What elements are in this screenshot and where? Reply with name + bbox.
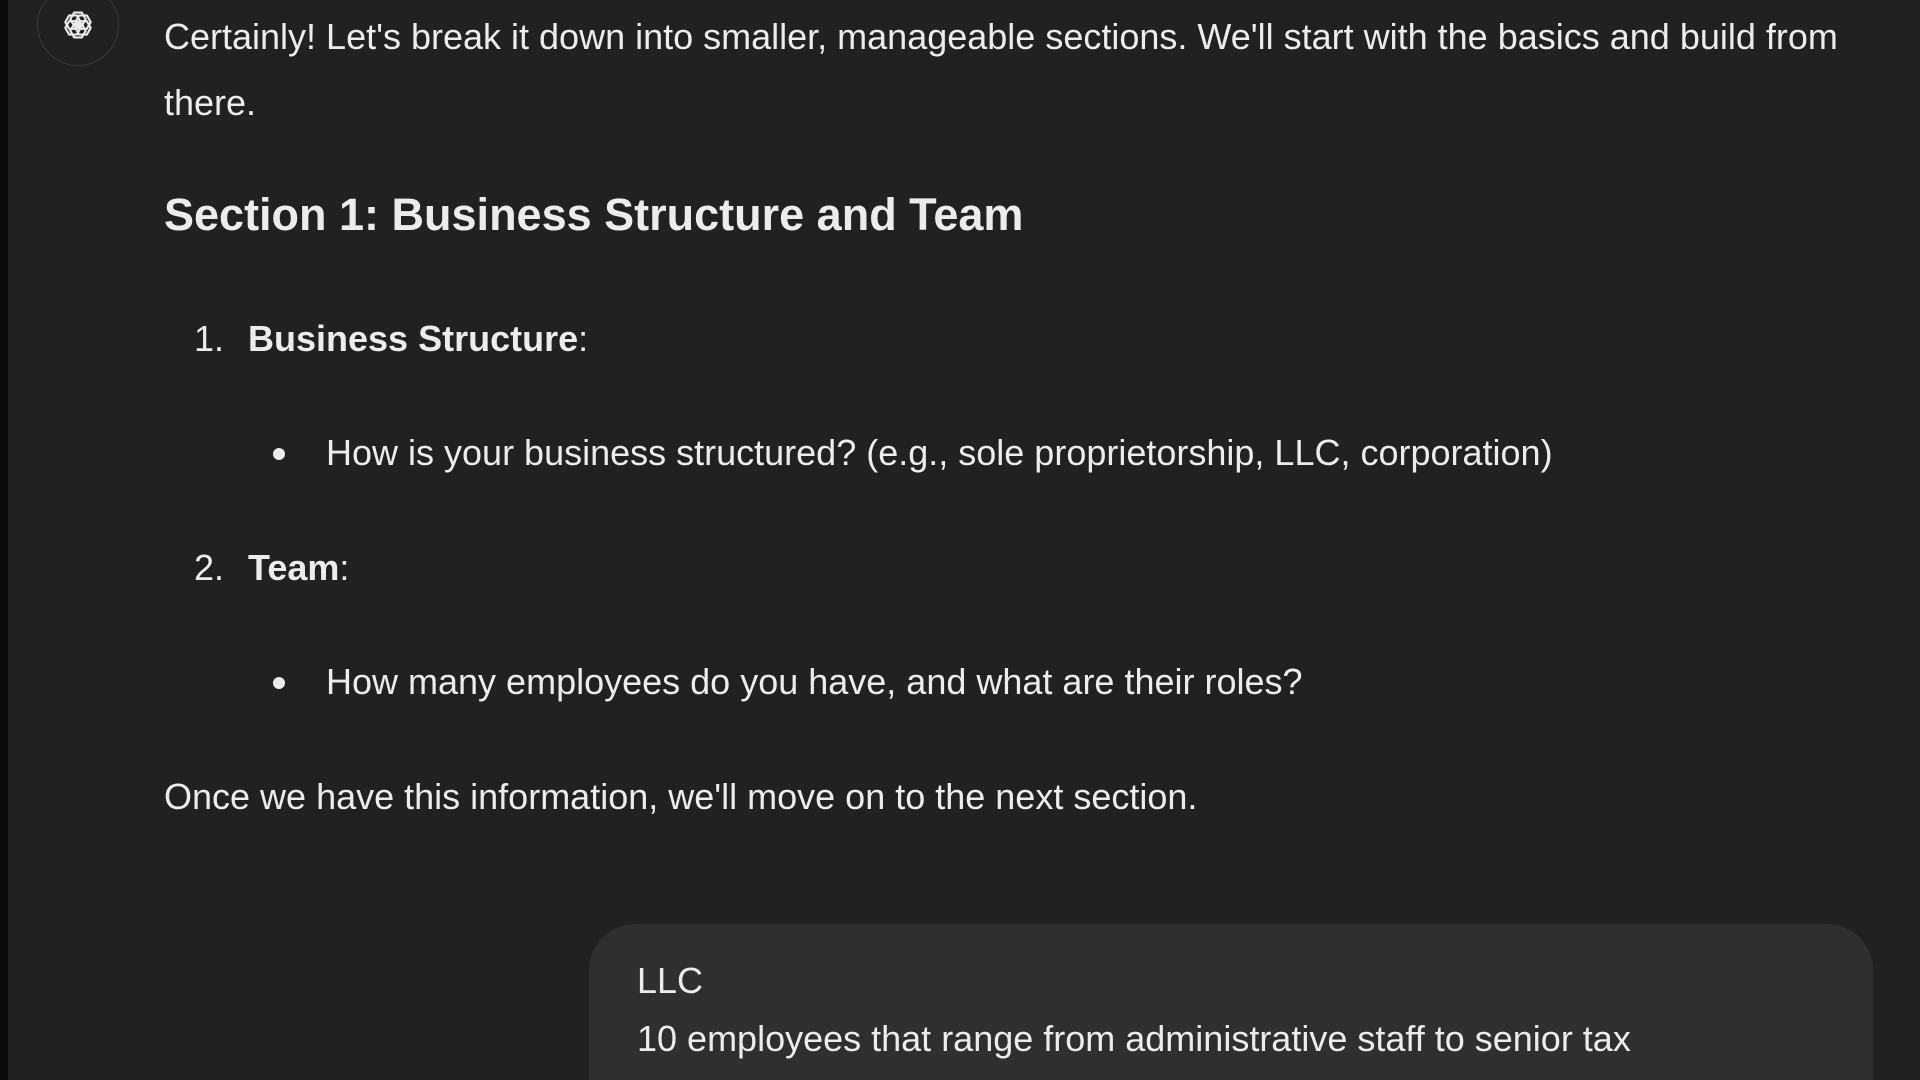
list-item-number: 2. [194,547,225,588]
window-edge [0,0,8,1080]
list-item-label: Business Structure: [248,316,588,362]
list-item-label-text: Business Structure [248,318,579,359]
bullet-text: How many employees do you have, and what… [326,661,1303,702]
bullet-text: How is your business structured? (e.g., … [326,432,1553,473]
assistant-avatar [37,0,119,66]
closing-paragraph: Once we have this information, we'll mov… [164,776,1198,817]
chat-conversation: Certainly! Let's break it down into smal… [8,0,1920,1080]
list-item-label-text: Team [248,547,340,588]
list-item-label: Team: [248,545,349,591]
user-message-line: LLC [637,960,704,1001]
intro-paragraph: Certainly! Let's break it down into smal… [164,16,1838,123]
user-message-line: 10 employees that range from administrat… [637,1018,1631,1059]
user-message-bubble: LLC 10 employees that range from adminis… [589,924,1873,1080]
list-item-colon: : [578,318,589,359]
list-item-number: 1. [194,318,225,359]
bullet-icon [273,448,285,460]
bullet-icon [273,677,285,689]
openai-logo-icon [64,11,92,39]
section-heading: Section 1: Business Structure and Team [164,189,1024,240]
list-item-colon: : [339,547,350,588]
